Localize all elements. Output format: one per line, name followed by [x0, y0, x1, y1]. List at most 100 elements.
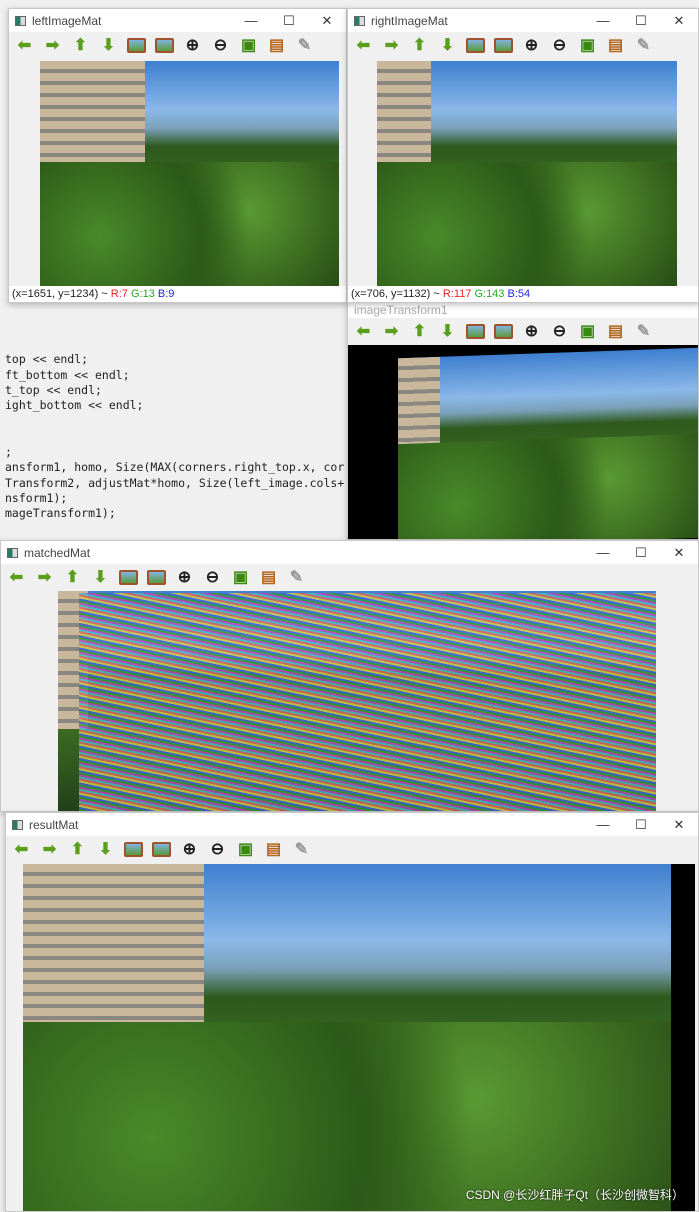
- minimize-button[interactable]: —: [584, 813, 622, 836]
- arrow-down-icon[interactable]: ⬇: [91, 568, 110, 587]
- zoom-region-icon[interactable]: [494, 38, 513, 53]
- status-bar: (x=706, y=1132) ~ R:117 G:143 B:54: [348, 286, 698, 302]
- zoom-out-icon[interactable]: ⊖: [211, 36, 230, 55]
- title-bar: resultMat — ☐ ✕: [6, 813, 698, 836]
- properties-brush-icon[interactable]: ✎: [634, 322, 653, 341]
- arrow-left-icon[interactable]: ⬅: [7, 568, 26, 587]
- code-line: ansform1, homo, Size(MAX(corners.right_t…: [5, 460, 345, 474]
- save-icon[interactable]: ▣: [236, 840, 255, 859]
- arrow-right-icon[interactable]: ➡: [382, 322, 401, 341]
- fit-image-icon[interactable]: [466, 38, 485, 53]
- code-line: nsform1);: [5, 491, 68, 505]
- arrow-up-icon[interactable]: ⬆: [71, 36, 90, 55]
- arrow-left-icon[interactable]: ⬅: [354, 322, 373, 341]
- fit-image-icon[interactable]: [127, 38, 146, 53]
- code-line: ;: [5, 445, 12, 459]
- image-view[interactable]: [40, 61, 339, 286]
- zoom-in-icon[interactable]: ⊕: [183, 36, 202, 55]
- close-button[interactable]: ✕: [660, 541, 698, 564]
- arrow-up-icon[interactable]: ⬆: [68, 840, 87, 859]
- status-bar: (x=1651, y=1234) ~ R:7 G:13 B:9: [9, 286, 346, 302]
- arrow-right-icon[interactable]: ➡: [382, 36, 401, 55]
- arrow-down-icon[interactable]: ⬇: [438, 36, 457, 55]
- code-line: top << endl;: [5, 352, 89, 366]
- arrow-right-icon[interactable]: ➡: [35, 568, 54, 587]
- code-line: ight_bottom << endl;: [5, 398, 144, 412]
- zoom-region-icon[interactable]: [155, 38, 174, 53]
- maximize-button[interactable]: ☐: [622, 9, 660, 32]
- zoom-region-icon[interactable]: [494, 324, 513, 339]
- arrow-left-icon[interactable]: ⬅: [15, 36, 34, 55]
- zoom-region-icon[interactable]: [152, 842, 171, 857]
- arrow-left-icon[interactable]: ⬅: [12, 840, 31, 859]
- copy-clipboard-icon[interactable]: ▤: [606, 36, 625, 55]
- zoom-in-icon[interactable]: ⊕: [180, 840, 199, 859]
- properties-brush-icon[interactable]: ✎: [292, 840, 311, 859]
- zoom-out-icon[interactable]: ⊖: [550, 36, 569, 55]
- maximize-button[interactable]: ☐: [622, 541, 660, 564]
- save-icon[interactable]: ▣: [239, 36, 258, 55]
- close-button[interactable]: ✕: [308, 9, 346, 32]
- window-title: resultMat: [29, 817, 79, 832]
- matched-window: matchedMat — ☐ ✕ ⬅ ➡ ⬆ ⬇ ⊕ ⊖ ▣ ▤ ✎: [0, 540, 699, 812]
- properties-brush-icon[interactable]: ✎: [287, 568, 306, 587]
- copy-clipboard-icon[interactable]: ▤: [264, 840, 283, 859]
- fit-image-icon[interactable]: [119, 570, 138, 585]
- copy-clipboard-icon[interactable]: ▤: [267, 36, 286, 55]
- properties-brush-icon[interactable]: ✎: [295, 36, 314, 55]
- close-button[interactable]: ✕: [660, 813, 698, 836]
- transformed-image: [398, 347, 698, 539]
- arrow-down-icon[interactable]: ⬇: [96, 840, 115, 859]
- zoom-out-icon[interactable]: ⊖: [550, 322, 569, 341]
- save-icon[interactable]: ▣: [578, 36, 597, 55]
- watermark: CSDN @长沙红胖子Qt（长沙创微智科）: [465, 1188, 684, 1202]
- copy-clipboard-icon[interactable]: ▤: [259, 568, 278, 587]
- title-bar: imageTransform1: [348, 301, 698, 318]
- window-title: matchedMat: [24, 545, 91, 560]
- app-icon: [12, 819, 23, 830]
- zoom-in-icon[interactable]: ⊕: [522, 36, 541, 55]
- maximize-button[interactable]: ☐: [270, 9, 308, 32]
- close-button[interactable]: ✕: [660, 9, 698, 32]
- minimize-button[interactable]: —: [584, 541, 622, 564]
- app-icon: [7, 547, 18, 558]
- fit-image-icon[interactable]: [124, 842, 143, 857]
- arrow-down-icon[interactable]: ⬇: [438, 322, 457, 341]
- zoom-in-icon[interactable]: ⊕: [175, 568, 194, 587]
- copy-clipboard-icon[interactable]: ▤: [606, 322, 625, 341]
- title-bar: rightImageMat — ☐ ✕: [348, 9, 698, 32]
- zoom-in-icon[interactable]: ⊕: [522, 322, 541, 341]
- maximize-button[interactable]: ☐: [622, 813, 660, 836]
- arrow-up-icon[interactable]: ⬆: [63, 568, 82, 587]
- arrow-up-icon[interactable]: ⬆: [410, 322, 429, 341]
- minimize-button[interactable]: —: [232, 9, 270, 32]
- app-icon: [354, 15, 365, 26]
- save-icon[interactable]: ▣: [231, 568, 250, 587]
- arrow-down-icon[interactable]: ⬇: [99, 36, 118, 55]
- left-image-window: leftImageMat — ☐ ✕ ⬅ ➡ ⬆ ⬇ ⊕ ⊖ ▣ ▤ ✎ (x=1651, y=12…: [8, 8, 347, 303]
- match-lines-overlay: [79, 593, 656, 811]
- zoom-region-icon[interactable]: [147, 570, 166, 585]
- code-editor-background: top << endl; ft_bottom << endl; t_top <<…: [0, 302, 348, 540]
- code-line: Transform2, adjustMat*homo, Size(left_im…: [5, 476, 345, 490]
- window-title: imageTransform1: [354, 302, 448, 317]
- arrow-left-icon[interactable]: ⬅: [354, 36, 373, 55]
- window-title: leftImageMat: [32, 13, 102, 28]
- properties-brush-icon[interactable]: ✎: [634, 36, 653, 55]
- arrow-up-icon[interactable]: ⬆: [410, 36, 429, 55]
- app-icon: [15, 15, 26, 26]
- save-icon[interactable]: ▣: [578, 322, 597, 341]
- code-line: ft_bottom << endl;: [5, 368, 130, 382]
- arrow-right-icon[interactable]: ➡: [40, 840, 59, 859]
- fit-image-icon[interactable]: [466, 324, 485, 339]
- title-bar: matchedMat — ☐ ✕: [1, 541, 698, 564]
- minimize-button[interactable]: —: [584, 9, 622, 32]
- zoom-out-icon[interactable]: ⊖: [203, 568, 222, 587]
- zoom-out-icon[interactable]: ⊖: [208, 840, 227, 859]
- title-bar: leftImageMat — ☐ ✕: [9, 9, 346, 32]
- arrow-right-icon[interactable]: ➡: [43, 36, 62, 55]
- stitched-image[interactable]: [23, 864, 671, 1211]
- code-line: mageTransform1);: [5, 506, 116, 520]
- right-image-window: rightImageMat — ☐ ✕ ⬅ ➡ ⬆ ⬇ ⊕ ⊖ ▣ ▤ ✎ (x=706, y=11…: [347, 8, 699, 303]
- image-view[interactable]: [377, 61, 677, 286]
